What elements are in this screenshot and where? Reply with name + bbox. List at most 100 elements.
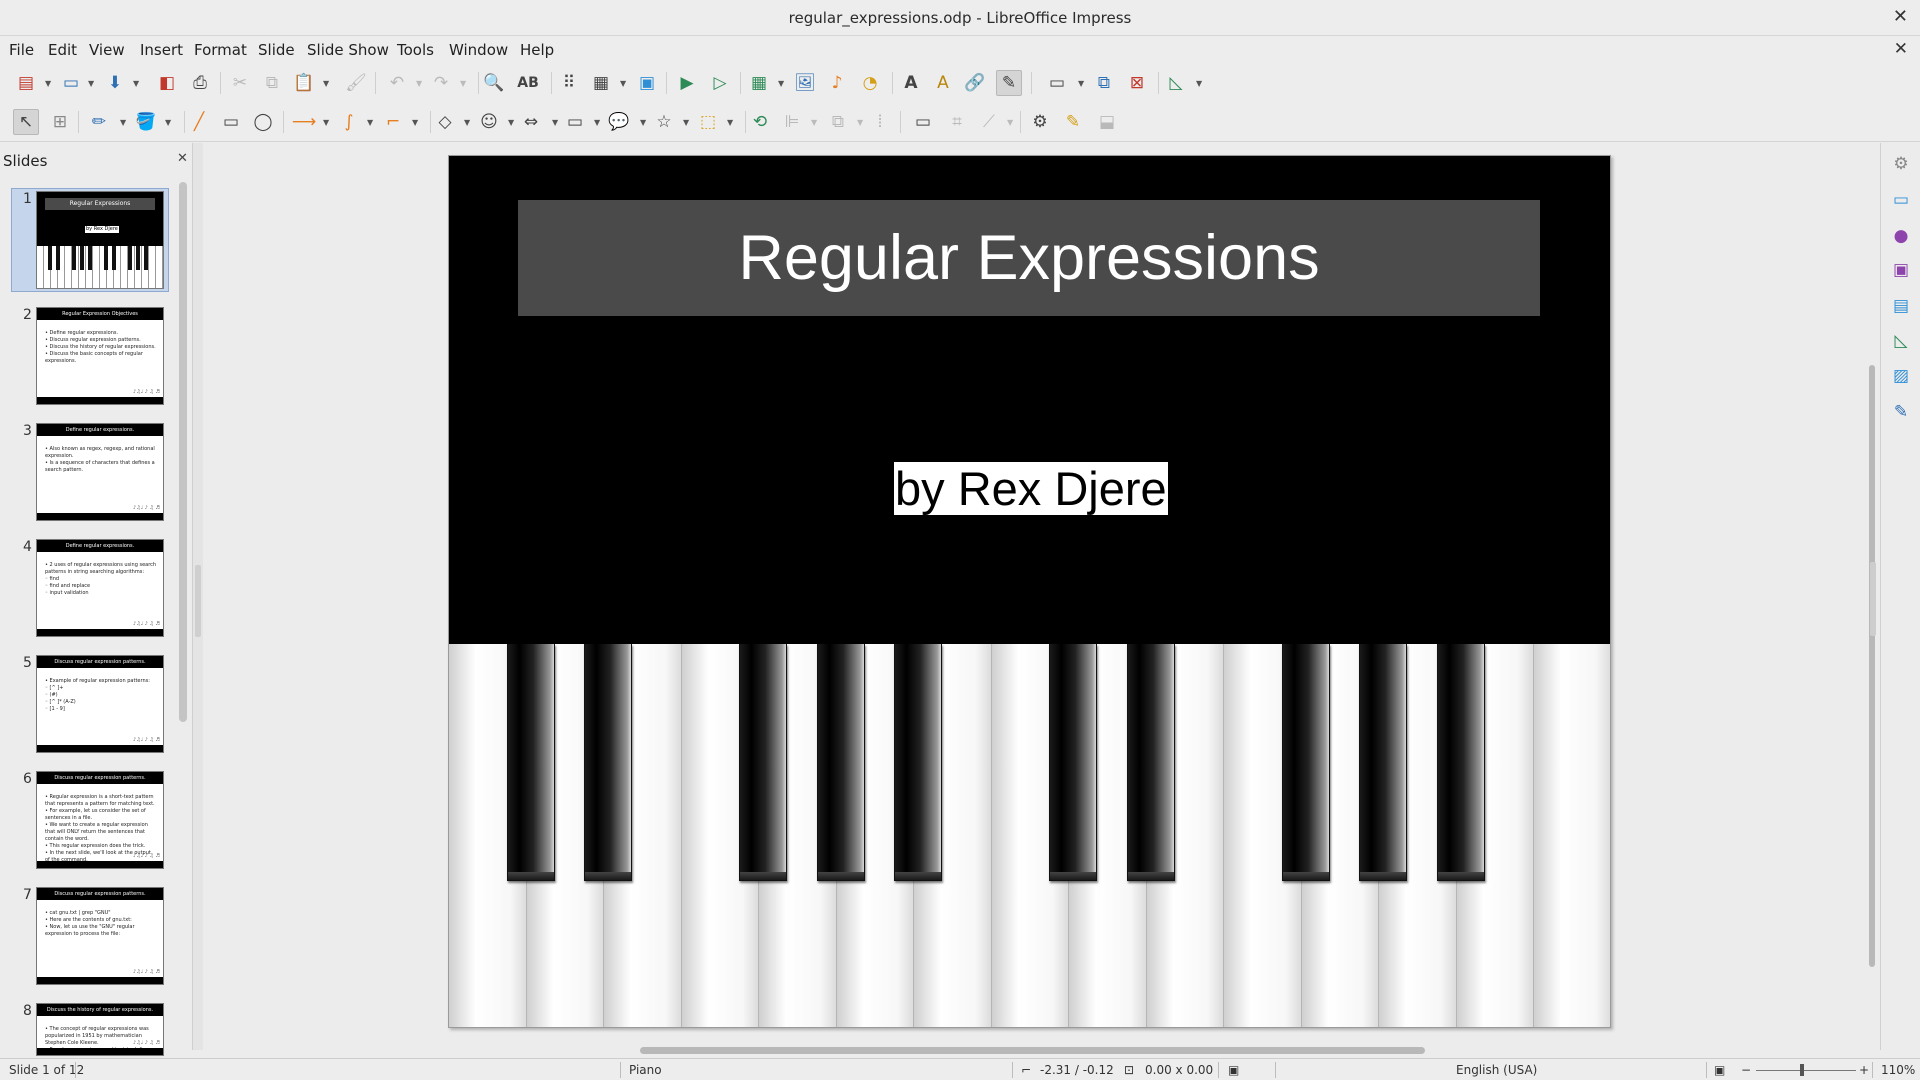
- styles-icon[interactable]: ▤: [1888, 293, 1914, 319]
- cut-icon[interactable]: ✂: [227, 70, 253, 96]
- slide-thumbnail[interactable]: Discuss regular expression patterns. • Ex…: [36, 655, 164, 753]
- slide-thumbnail[interactable]: Define regular expressions. • 2 uses of r…: [36, 539, 164, 637]
- display-grid-icon[interactable]: ◺: [1163, 70, 1189, 96]
- menu-file[interactable]: File: [9, 41, 34, 59]
- rectangle-icon[interactable]: ▭: [218, 109, 244, 135]
- splitter-grip[interactable]: [195, 565, 201, 637]
- delete-slide-icon[interactable]: ⊠: [1124, 70, 1150, 96]
- shapes-icon[interactable]: ✎: [1888, 399, 1914, 425]
- grid-icon[interactable]: ⠿: [556, 70, 582, 96]
- shadow-icon[interactable]: ▭: [910, 109, 936, 135]
- menu-edit[interactable]: Edit: [48, 41, 77, 59]
- print-icon[interactable]: ⎙: [187, 70, 213, 96]
- select-icon[interactable]: ↖: [13, 109, 39, 135]
- redo-icon[interactable]: ↷: [428, 70, 454, 96]
- status-language[interactable]: English (USA): [1456, 1063, 1537, 1077]
- menu-window[interactable]: Window: [449, 41, 508, 59]
- slide-thumbnail[interactable]: Regular Expression Objectives • Define re…: [36, 307, 164, 405]
- callouts-icon[interactable]: 💬: [606, 109, 632, 135]
- navigator-icon[interactable]: ▨: [1888, 363, 1914, 389]
- line-icon[interactable]: ╱: [186, 109, 212, 135]
- start-current-slide-icon[interactable]: ▷: [707, 70, 733, 96]
- menu-tools[interactable]: Tools: [397, 41, 434, 59]
- zoom-out-button[interactable]: −: [1741, 1063, 1751, 1077]
- stars-icon[interactable]: ☆: [651, 109, 677, 135]
- menu-slide-show[interactable]: Slide Show: [307, 41, 389, 59]
- table-icon[interactable]: ▦: [746, 70, 772, 96]
- zoom-pan-icon[interactable]: ⊞: [47, 109, 73, 135]
- block-arrows-icon[interactable]: ⇔: [518, 109, 544, 135]
- display-views-icon[interactable]: ▦: [588, 70, 614, 96]
- distribute-icon[interactable]: ⦙: [867, 109, 893, 135]
- undo-icon[interactable]: ↶: [384, 70, 410, 96]
- animation-icon[interactable]: ●: [1888, 223, 1914, 249]
- copy-icon[interactable]: ⧉: [259, 70, 285, 96]
- glue-points-icon[interactable]: ⚙: [1027, 109, 1053, 135]
- menu-help[interactable]: Help: [520, 41, 554, 59]
- vertical-scrollbar-thumb[interactable]: [1869, 365, 1875, 967]
- crop-icon[interactable]: ⌗: [944, 109, 970, 135]
- menu-slide[interactable]: Slide: [258, 41, 295, 59]
- arrange-icon[interactable]: ⧉: [825, 109, 851, 135]
- toggle-extrusion-icon[interactable]: ⬓: [1094, 109, 1120, 135]
- slide-panel-close-icon[interactable]: ✕: [177, 151, 188, 166]
- curve-icon[interactable]: ∫: [336, 109, 362, 135]
- slide-title[interactable]: Regular Expressions: [518, 200, 1540, 316]
- spelling-icon[interactable]: AB: [515, 70, 541, 96]
- show-gluepoints-icon[interactable]: ✎: [1060, 109, 1086, 135]
- symbol-shapes-icon[interactable]: ☺: [476, 109, 502, 135]
- arrow-line-icon[interactable]: ⟶: [291, 109, 317, 135]
- 3d-objects-icon[interactable]: ⬚: [695, 109, 721, 135]
- filter-icon[interactable]: ⟋: [976, 109, 1002, 135]
- menu-format[interactable]: Format: [194, 41, 247, 59]
- basic-shapes-icon[interactable]: ◇: [432, 109, 458, 135]
- save-icon[interactable]: ⬇: [102, 70, 128, 96]
- gallery-icon[interactable]: ◺: [1888, 328, 1914, 354]
- text-box-icon[interactable]: A: [898, 70, 924, 96]
- zoom-in-button[interactable]: +: [1859, 1063, 1869, 1077]
- flowchart-icon[interactable]: ▭: [562, 109, 588, 135]
- status-zoom-level[interactable]: 110%: [1881, 1063, 1915, 1077]
- slide-thumbnail[interactable]: Discuss regular expression patterns. • ca…: [36, 887, 164, 985]
- slide-thumbnail[interactable]: Regular Expressions by Rex Djere: [36, 191, 164, 289]
- master-slides-icon[interactable]: ▣: [1888, 257, 1914, 283]
- menu-view[interactable]: View: [89, 41, 125, 59]
- media-icon[interactable]: ♪: [824, 70, 850, 96]
- slide-fit-icon[interactable]: ▣: [1714, 1063, 1725, 1077]
- new-slide-icon[interactable]: ⧉: [1091, 70, 1117, 96]
- slide-thumbnail[interactable]: Discuss the history of regular expressio…: [36, 1003, 164, 1056]
- draw-function-icon[interactable]: ✎: [996, 70, 1022, 96]
- slide-thumbnail[interactable]: Define regular expressions. • Also known …: [36, 423, 164, 521]
- slide-canvas[interactable]: Regular Expressions by Rex Djere: [448, 155, 1611, 1028]
- slide-subtitle[interactable]: by Rex Djere: [894, 462, 1168, 515]
- find-replace-icon[interactable]: 🔍: [481, 70, 507, 96]
- line-color-icon[interactable]: ✏: [86, 109, 112, 135]
- panel-splitter[interactable]: [193, 143, 203, 1050]
- clone-formatting-icon[interactable]: 🖌: [343, 70, 369, 96]
- chart-icon[interactable]: ◔: [857, 70, 883, 96]
- fontwork-icon[interactable]: A: [930, 70, 956, 96]
- rotate-icon[interactable]: ⟲: [747, 109, 773, 135]
- slide-layout-icon[interactable]: ▭: [1044, 70, 1070, 96]
- align-icon[interactable]: ⊫: [779, 109, 805, 135]
- zoom-slider-track[interactable]: [1756, 1070, 1856, 1071]
- open-icon[interactable]: ▭: [58, 70, 84, 96]
- properties-icon[interactable]: ⚙: [1888, 151, 1914, 177]
- paste-icon[interactable]: 📋: [291, 70, 317, 96]
- document-modified-icon[interactable]: ▣: [1228, 1063, 1239, 1077]
- sidebar-splitter-grip[interactable]: [1870, 562, 1876, 636]
- zoom-slider-knob[interactable]: [1800, 1064, 1804, 1076]
- slide-thumbnail[interactable]: Discuss regular expression patterns. • Re…: [36, 771, 164, 869]
- document-close-icon[interactable]: ✕: [1894, 39, 1908, 59]
- hyperlink-icon[interactable]: 🔗: [962, 70, 988, 96]
- window-close-icon[interactable]: ✕: [1893, 6, 1908, 27]
- master-slide-icon[interactable]: ▣: [634, 70, 660, 96]
- slide-panel-scrollbar[interactable]: [179, 182, 187, 722]
- new-icon[interactable]: ▤: [13, 70, 39, 96]
- image-icon[interactable]: 🖼: [792, 70, 818, 96]
- connector-icon[interactable]: ⌐: [380, 109, 406, 135]
- slide-transition-icon[interactable]: ▭: [1888, 187, 1914, 213]
- start-first-slide-icon[interactable]: ▶: [674, 70, 700, 96]
- horizontal-scrollbar[interactable]: [640, 1047, 1425, 1054]
- export-pdf-icon[interactable]: ◧: [154, 70, 180, 96]
